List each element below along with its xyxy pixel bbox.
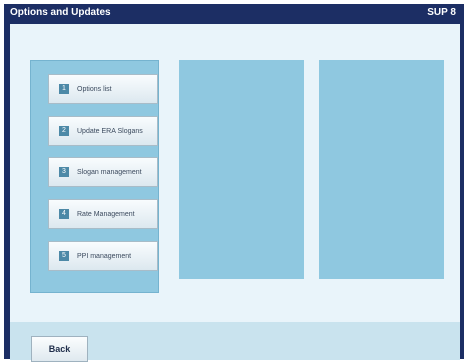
options-menu-panel: 1 Options list 2 Update ERA Slogans 3 Sl… bbox=[30, 60, 159, 293]
screen-code: SUP 8 bbox=[427, 7, 456, 18]
menu-item-label: Rate Management bbox=[77, 210, 135, 218]
footer-bar: Back bbox=[10, 322, 460, 362]
menu-item-rate-management[interactable]: 4 Rate Management bbox=[48, 199, 158, 229]
empty-panel-right bbox=[319, 60, 444, 279]
window-title: Options and Updates bbox=[10, 7, 111, 18]
menu-item-number: 5 bbox=[59, 251, 69, 261]
menu-item-label: PPI management bbox=[77, 252, 132, 260]
menu-item-label: Slogan management bbox=[77, 168, 142, 176]
menu-item-ppi-management[interactable]: 5 PPI management bbox=[48, 241, 158, 271]
menu-item-label: Update ERA Slogans bbox=[77, 127, 143, 135]
menu-item-options-list[interactable]: 1 Options list bbox=[48, 74, 158, 104]
main-content: 1 Options list 2 Update ERA Slogans 3 Sl… bbox=[10, 24, 460, 324]
menu-item-number: 4 bbox=[59, 209, 69, 219]
title-bar: Options and Updates SUP 8 bbox=[4, 4, 464, 22]
back-button[interactable]: Back bbox=[31, 336, 88, 362]
menu-item-slogan-management[interactable]: 3 Slogan management bbox=[48, 157, 158, 187]
empty-panel-middle bbox=[179, 60, 304, 279]
menu-item-label: Options list bbox=[77, 85, 112, 93]
menu-item-update-era-slogans[interactable]: 2 Update ERA Slogans bbox=[48, 116, 158, 146]
menu-item-number: 2 bbox=[59, 126, 69, 136]
app-window: Options and Updates SUP 8 1 Options list… bbox=[4, 4, 464, 362]
menu-item-number: 3 bbox=[59, 167, 69, 177]
menu-item-number: 1 bbox=[59, 84, 69, 94]
